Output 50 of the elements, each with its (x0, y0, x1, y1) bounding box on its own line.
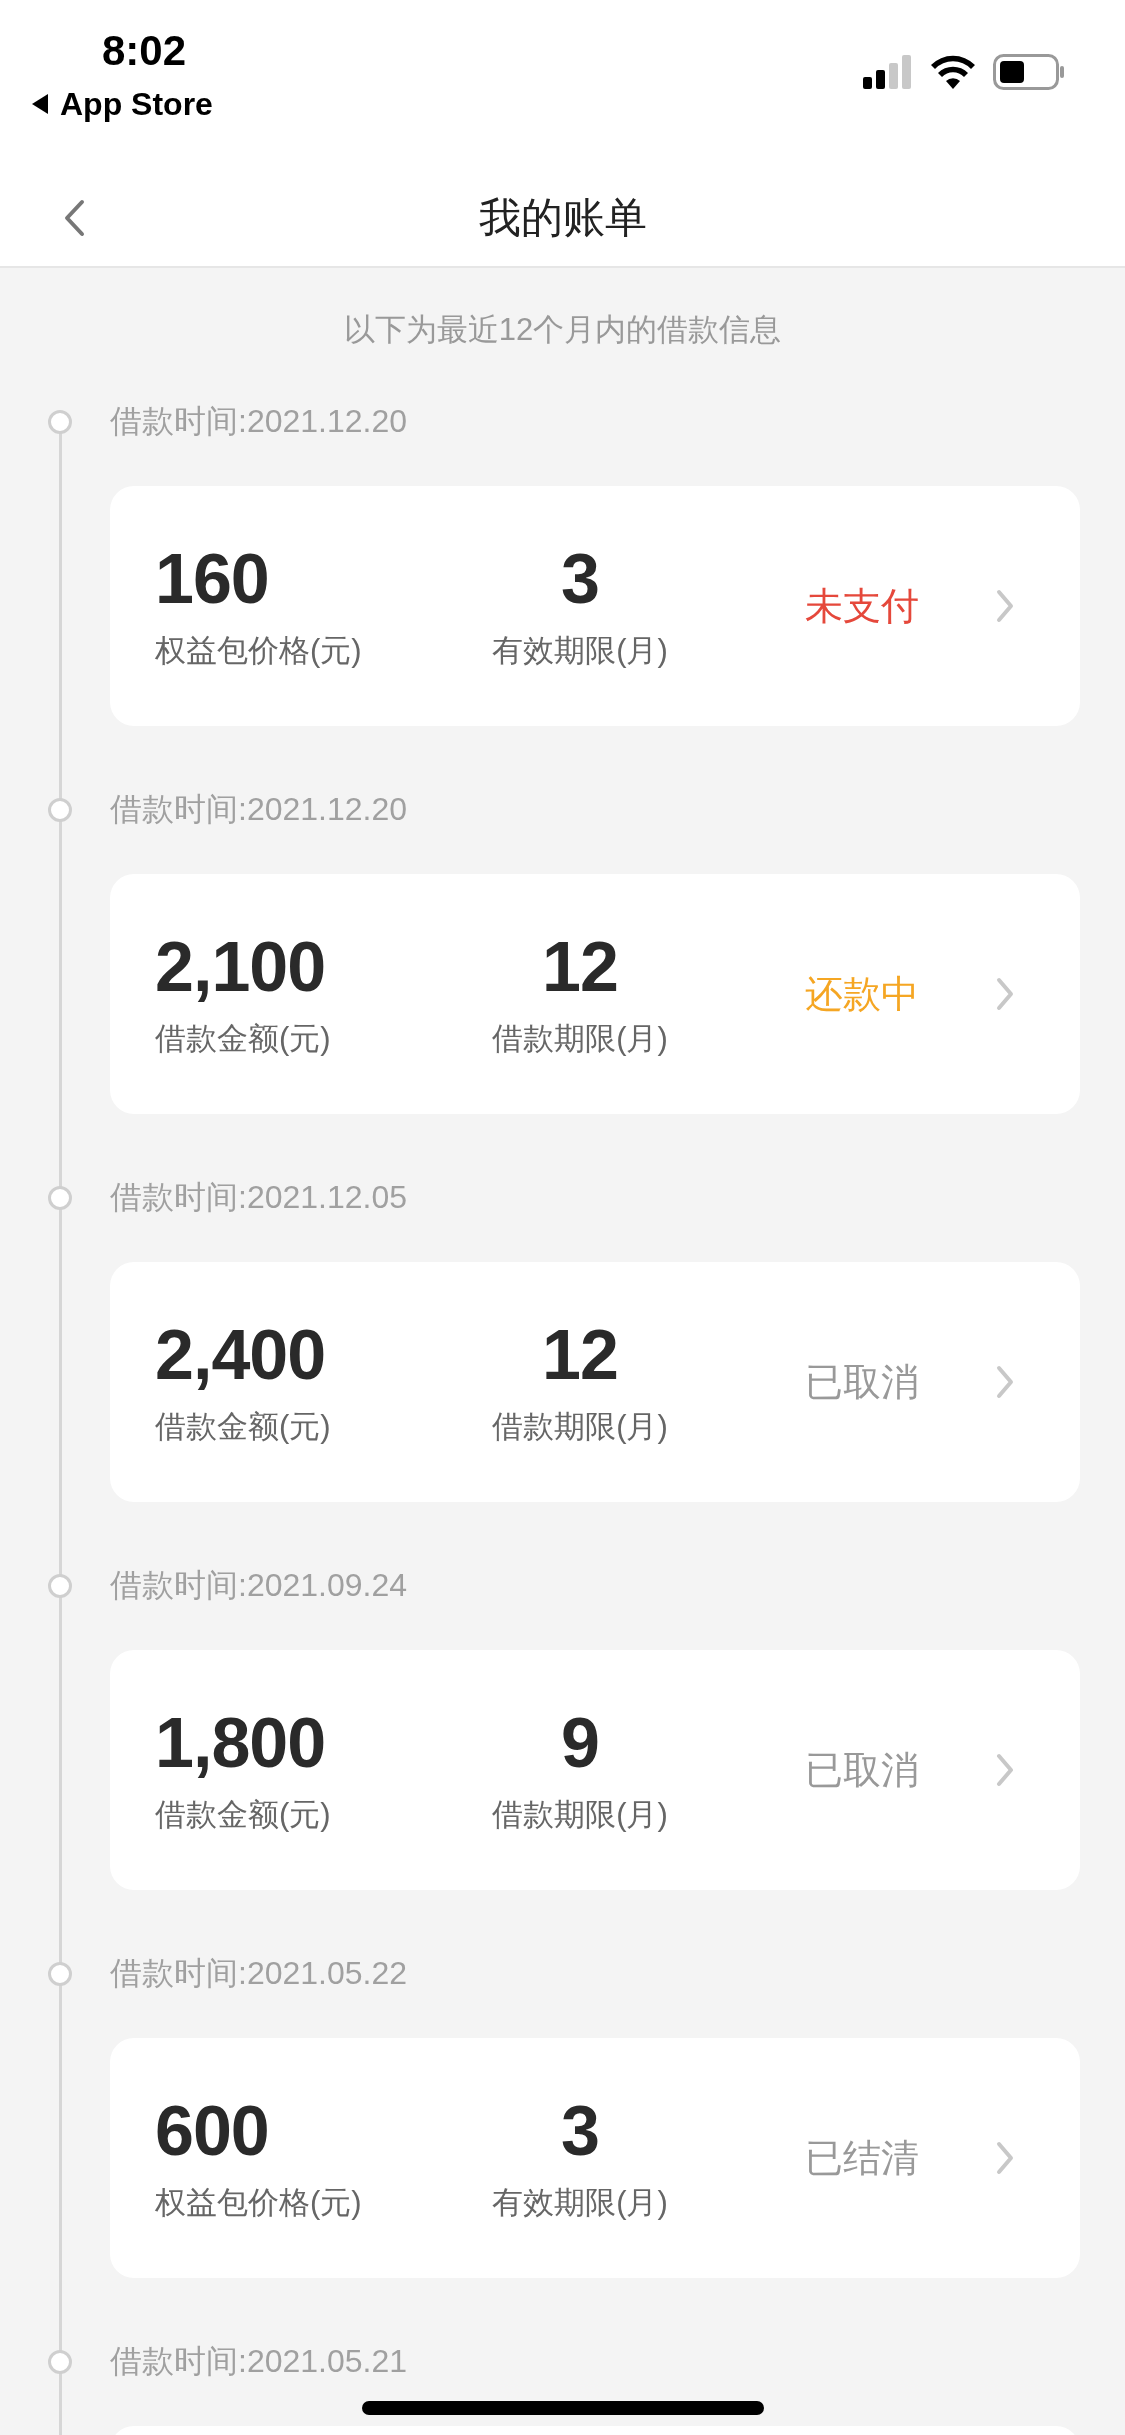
bill-status: 还款中 (804, 971, 920, 1017)
chevron-right-icon (995, 2140, 1015, 2176)
term-label: 有效期限(月) (492, 2184, 668, 2222)
bill-status: 已取消 (804, 1747, 920, 1793)
bill-status: 未支付 (804, 583, 920, 629)
back-chevron-icon[interactable] (62, 198, 86, 238)
back-to-app-link[interactable]: App Store (60, 84, 213, 124)
status-time: 8:02 (102, 26, 187, 76)
bill-card[interactable]: 160 权益包价格(元) 3 有效期限(月) 未支付 (110, 486, 1080, 726)
amount-value: 2,100 (155, 929, 327, 1005)
amount-value: 160 (155, 541, 270, 617)
amount-label: 借款金额(元) (155, 1796, 332, 1834)
term-label: 借款期限(月) (492, 1796, 668, 1834)
loan-date: 借款时间:2021.05.21 (110, 2342, 408, 2381)
term-value: 3 (561, 541, 599, 617)
amount-value: 600 (155, 2093, 270, 2169)
amount-label: 借款金额(元) (155, 1408, 332, 1446)
bill-card[interactable]: 1,800 借款金额(元) 9 借款期限(月) 已取消 (110, 1650, 1080, 1890)
term-label: 有效期限(月) (492, 632, 668, 670)
bill-status: 已结清 (804, 2135, 920, 2181)
term-value: 9 (561, 1705, 599, 1781)
chevron-right-icon (995, 588, 1015, 624)
amount-label: 权益包价格(元) (155, 2184, 363, 2222)
term-value: 12 (542, 1317, 618, 1393)
battery-icon (993, 54, 1065, 90)
amount-label: 借款金额(元) (155, 1020, 332, 1058)
page-title: 我的账单 (478, 193, 647, 243)
wifi-icon (929, 55, 977, 89)
loan-date: 借款时间:2021.12.20 (110, 790, 408, 829)
amount-label: 权益包价格(元) (155, 632, 363, 670)
chevron-right-icon (995, 1752, 1015, 1788)
signal-icon (863, 55, 913, 89)
loan-date: 借款时间:2021.05.22 (110, 1954, 408, 1993)
amount-value: 1,800 (155, 1705, 327, 1781)
term-label: 借款期限(月) (492, 1020, 668, 1058)
chevron-right-icon (995, 1364, 1015, 1400)
back-triangle-icon (30, 93, 50, 115)
term-label: 借款期限(月) (492, 1408, 668, 1446)
bill-status: 已取消 (804, 1359, 920, 1405)
loan-date: 借款时间:2021.09.24 (110, 1566, 408, 1605)
term-value: 3 (561, 2093, 599, 2169)
term-value: 12 (542, 929, 618, 1005)
loan-date: 借款时间:2021.12.05 (110, 1178, 408, 1217)
amount-value: 2,400 (155, 1317, 327, 1393)
loan-date: 借款时间:2021.12.20 (110, 402, 408, 441)
chevron-right-icon (995, 976, 1015, 1012)
info-note: 以下为最近12个月内的借款信息 (342, 311, 783, 349)
bill-card[interactable]: 2,400 借款金额(元) 12 借款期限(月) 已取消 (110, 1262, 1080, 1502)
bill-card[interactable]: 2,100 借款金额(元) 12 借款期限(月) 还款中 (110, 874, 1080, 1114)
bill-card[interactable]: 600 权益包价格(元) 3 有效期限(月) 已结清 (110, 2038, 1080, 2278)
